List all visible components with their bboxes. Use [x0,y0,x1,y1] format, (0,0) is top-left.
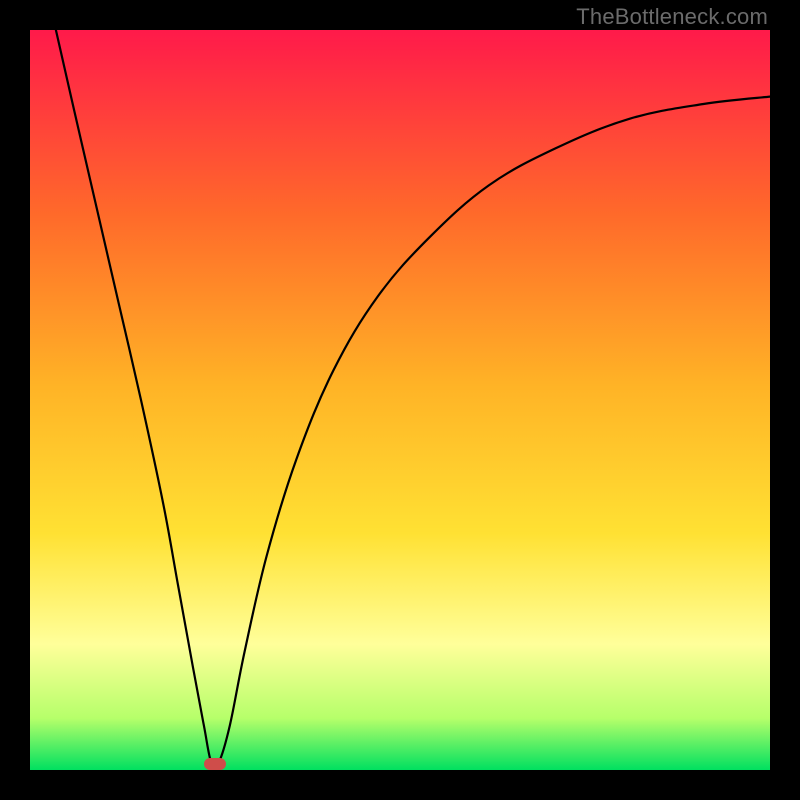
watermark-text: TheBottleneck.com [576,4,768,30]
plot-area [30,30,770,770]
chart-stage: TheBottleneck.com [0,0,800,800]
minimum-marker [204,758,226,770]
bottleneck-curve [30,30,770,770]
